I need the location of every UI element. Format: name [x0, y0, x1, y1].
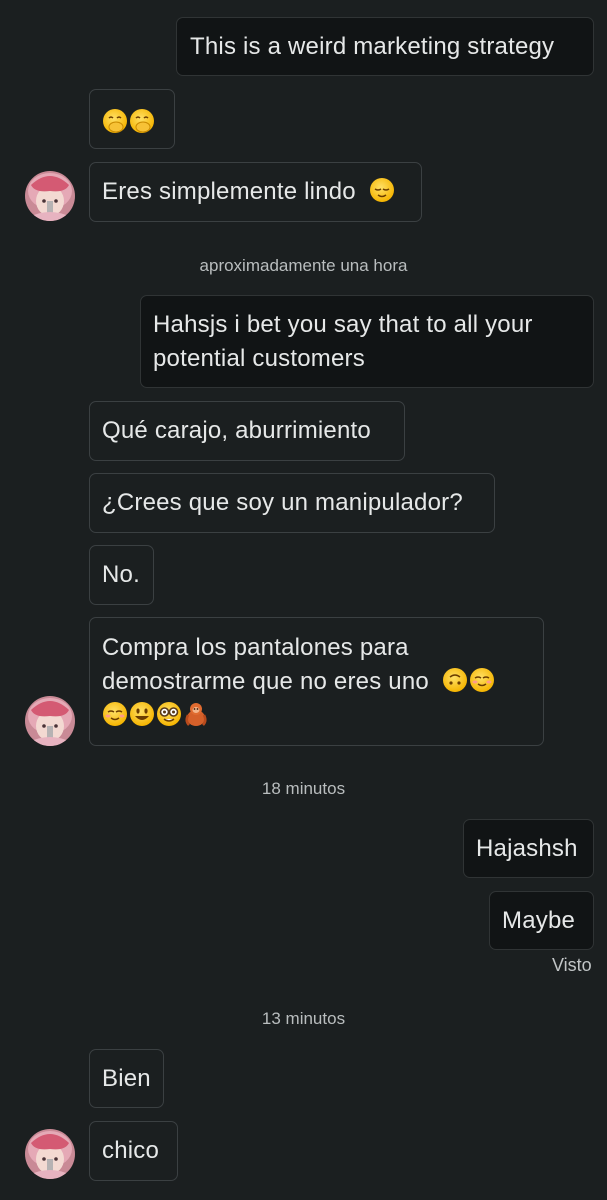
orangutan-icon [185, 703, 207, 726]
message-text-line: Compra los pantalones para [102, 634, 409, 661]
relieved-face-icon [369, 177, 395, 203]
grinning-face-icon [129, 701, 155, 727]
message-text: Bien [102, 1065, 151, 1092]
message-text: Qué carajo, aburrimiento [102, 417, 371, 444]
message-text: No. [102, 561, 140, 588]
message-text: Maybe [502, 907, 576, 934]
message-text-line: demostrarme que no eres uno [102, 668, 429, 695]
message-bubble-incoming[interactable]: ¿Crees que soy un manipulador? [89, 473, 495, 533]
avatar[interactable] [25, 171, 75, 221]
message-bubble-outgoing[interactable]: Hahsjs i bet you say that to all your po… [140, 295, 594, 388]
nerd-face-icon [156, 701, 182, 727]
avatar[interactable] [25, 1129, 75, 1179]
message-bubble-outgoing[interactable]: Maybe [489, 891, 594, 950]
message-text: Hahsjs i bet you say that to all your po… [153, 311, 533, 372]
message-text: This is a weird marketing strategy [190, 33, 555, 60]
face-with-hand-over-mouth-icon [102, 108, 128, 134]
avatar[interactable] [25, 696, 75, 746]
message-text: chico [102, 1137, 160, 1164]
timestamp: aproximadamente una hora [199, 256, 408, 275]
message-bubble-incoming[interactable]: Compra los pantalones para demostrarme q… [89, 617, 544, 746]
message-bubble-incoming[interactable]: Qué carajo, aburrimiento [89, 401, 405, 461]
smiling-face-icon [469, 667, 495, 693]
message-bubble-incoming[interactable]: Bien [89, 1049, 164, 1108]
message-bubble-incoming[interactable]: No. [89, 545, 154, 605]
message-bubble-incoming[interactable]: Eres simplemente lindo [89, 162, 422, 222]
seen-status: Visto [552, 955, 592, 975]
timestamp: 13 minutos [261, 1009, 346, 1028]
message-text: Hajashsh [476, 835, 578, 862]
message-bubble-incoming[interactable]: chico [89, 1121, 178, 1181]
message-bubble-outgoing[interactable]: This is a weird marketing strategy [176, 17, 594, 76]
face-with-hand-over-mouth-icon [129, 108, 155, 134]
message-bubble-incoming[interactable] [89, 89, 175, 149]
message-bubble-outgoing[interactable]: Hajashsh [463, 819, 594, 878]
smiling-face-icon [102, 701, 128, 727]
timestamp: 18 minutos [261, 779, 346, 798]
upside-down-face-icon [442, 667, 468, 693]
message-text: ¿Crees que soy un manipulador? [102, 489, 463, 516]
message-text: Eres simplemente lindo [102, 178, 356, 205]
